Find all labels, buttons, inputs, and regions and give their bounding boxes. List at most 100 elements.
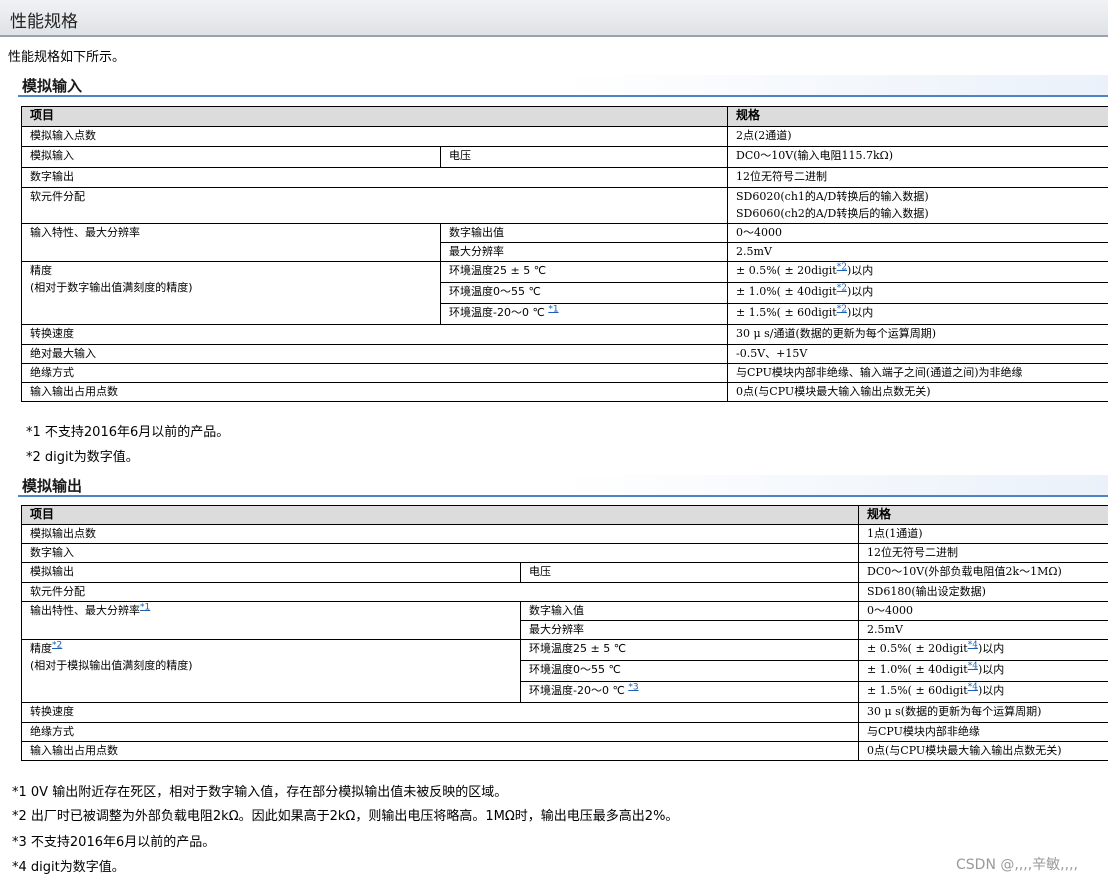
row-value: SD6020(ch1的A/D转换后的输入数据) SD6060(ch2的A/D转换… [727, 187, 1108, 224]
footnote-link[interactable]: *2 [837, 284, 847, 294]
col-item: 项目 [20, 106, 729, 127]
label-text: 输出特性、最大分辨率 [30, 604, 140, 617]
table-row: 软元件分配 SD6020(ch1的A/D转换后的输入数据) SD6060(ch2… [20, 187, 1108, 224]
analog-input-table: 项目 规格 模拟输入点数 2点(2通道) 模拟输入 电压 DC0～10V(输入电… [20, 106, 1108, 402]
table-row: 软元件分配 SD6180(输出设定数据) [20, 582, 1108, 602]
row-label: 输出特性、最大分辨率*1 [21, 601, 521, 640]
table-row: 转换速度 30 μ s/通道(数据的更新为每个运算周期) [20, 324, 1108, 345]
sublabel-text: 环境温度-20～0 ℃ [529, 684, 629, 697]
row-sublabel: 环境温度0～55 ℃ [519, 660, 860, 682]
row-sublabel: 最大分辨率 [519, 620, 860, 640]
row-value: ± 0.5%( ± 20digit*2)以内 [727, 261, 1108, 283]
row-value: 0点(与CPU模块最大输入输出点数无关) [727, 382, 1108, 402]
row-label: 转换速度 [20, 702, 860, 723]
row-value: 12位无符号二进制 [727, 167, 1108, 188]
accuracy-desc: (相对于数字输出值满刻度的精度) [30, 281, 193, 294]
value-text: ± 1.5%( ± 60digit [867, 684, 968, 697]
table-row: 输入输出占用点数 0点(与CPU模块最大输入输出点数无关) [20, 382, 1108, 402]
label-text: 精度 [30, 642, 52, 655]
row-label: 精度*2 (相对于模拟输出值满刻度的精度) [21, 639, 521, 703]
table-row: 模拟输入 电压 DC0～10V(输入电阻115.7kΩ) [21, 146, 1108, 168]
table-row: 数字输入 12位无符号二进制 [20, 543, 1108, 563]
row-value: ± 1.5%( ± 60digit*4)以内 [858, 681, 1108, 703]
row-label: 模拟输出 [21, 562, 521, 583]
row-label: 转换速度 [20, 324, 729, 345]
table-row: 精度*2 (相对于模拟输出值满刻度的精度) 环境温度25 ± 5 ℃ ± 0.5… [21, 639, 1108, 703]
row-value: 2.5mV [727, 242, 1108, 262]
row-value: 30 μ s(数据的更新为每个运算周期) [858, 702, 1108, 723]
row-label: 绝缘方式 [20, 722, 860, 742]
row-sublabel: 环境温度25 ± 5 ℃ [439, 261, 729, 283]
row-sublabel: 环境温度-20～0 ℃ *3 [519, 681, 860, 703]
row-value: ± 1.0%( ± 40digit*4)以内 [858, 660, 1108, 682]
row-value: 1点(1通道) [858, 524, 1108, 544]
row-value: 0～4000 [858, 601, 1108, 621]
value-text: )以内 [977, 684, 1005, 697]
footnote-link[interactable]: *3 [628, 683, 638, 693]
table-row: 模拟输出 电压 DC0～10V(外部负载电阻值2k～1MΩ) [21, 562, 1108, 583]
row-label: 模拟输入点数 [20, 126, 729, 147]
table-row: 输入特性、最大分辨率 数字输出值 0～4000 [21, 223, 1108, 262]
footnote: *2 digit为数字值。 [26, 450, 139, 465]
row-value: ± 1.0%( ± 40digit*2)以内 [727, 282, 1108, 304]
footnote: *3 不支持2016年6月以前的产品。 [12, 835, 216, 850]
table-row: 模拟输入点数 2点(2通道) [20, 126, 1108, 147]
row-value: 0点(与CPU模块最大输入输出点数无关) [858, 741, 1108, 761]
row-sublabel: 数字输出值 [439, 223, 729, 243]
value-text: ± 1.5%( ± 60digit [736, 306, 837, 319]
row-label: 精度 (相对于数字输出值满刻度的精度) [21, 261, 441, 325]
sublabel-text: 环境温度-20～0 ℃ [449, 306, 549, 319]
footnote-link[interactable]: *4 [968, 662, 978, 672]
row-value: ± 0.5%( ± 20digit*4)以内 [858, 639, 1108, 661]
analog-output-heading: 模拟输出 [18, 475, 1108, 497]
col-spec: 规格 [858, 505, 1108, 525]
col-spec: 规格 [727, 106, 1108, 127]
accuracy-desc: (相对于模拟输出值满刻度的精度) [30, 659, 193, 672]
row-value: SD6180(输出设定数据) [858, 582, 1108, 602]
footnote: *4 digit为数字值。 [12, 860, 125, 875]
footnote-link[interactable]: *2 [837, 305, 847, 315]
row-label: 输入输出占用点数 [20, 741, 860, 761]
value-text: ± 1.0%( ± 40digit [736, 285, 837, 298]
row-value: -0.5V、+15V [727, 344, 1108, 364]
footnote: *2 出厂时已被调整为外部负载电阻2kΩ。因此如果高于2kΩ，则输出电压将略高。… [12, 809, 679, 824]
row-label: 输入特性、最大分辨率 [21, 223, 441, 262]
footnote-link[interactable]: *1 [140, 603, 150, 613]
footnote-link[interactable]: *2 [52, 641, 62, 651]
intro-text: 性能规格如下所示。 [8, 50, 126, 65]
analog-output-title: 模拟输出 [22, 477, 83, 495]
footnote-link[interactable]: *4 [968, 683, 978, 693]
accuracy-label: 精度 [30, 264, 52, 277]
row-sublabel: 数字输入值 [519, 601, 860, 621]
row-label: 模拟输出点数 [20, 524, 860, 544]
footnote-link[interactable]: *4 [968, 641, 978, 651]
row-label: 输入输出占用点数 [20, 382, 729, 402]
page-title-bar: 性能规格 [0, 0, 1108, 37]
row-sublabel: 环境温度25 ± 5 ℃ [519, 639, 860, 661]
footnote: *1 不支持2016年6月以前的产品。 [26, 425, 230, 440]
table-row: 绝缘方式 与CPU模块内部非绝缘 [20, 722, 1108, 742]
value-text: )以内 [846, 306, 874, 319]
value-text: )以内 [846, 285, 874, 298]
table-header-row: 项目 规格 [20, 505, 1108, 525]
value-text: ± 1.0%( ± 40digit [867, 663, 968, 676]
row-sublabel: 环境温度-20～0 ℃ *1 [439, 303, 729, 325]
row-label: 软元件分配 [20, 582, 860, 602]
row-value: ± 1.5%( ± 60digit*2)以内 [727, 303, 1108, 325]
value-text: ± 0.5%( ± 20digit [736, 264, 837, 277]
row-label: 模拟输入 [21, 146, 441, 168]
footnote-link[interactable]: *1 [548, 305, 558, 315]
row-value: DC0～10V(外部负载电阻值2k～1MΩ) [858, 562, 1108, 583]
footnote-link[interactable]: *2 [837, 263, 847, 273]
accuracy-label: 精度*2 [30, 641, 520, 658]
row-sublabel: 最大分辨率 [439, 242, 729, 262]
table-row: 绝缘方式 与CPU模块内部非绝缘、输入端子之间(通道之间)为非绝缘 [20, 363, 1108, 383]
table-row: 模拟输出点数 1点(1通道) [20, 524, 1108, 544]
row-value-line: SD6060(ch2的A/D转换后的输入数据) [736, 207, 929, 220]
row-sublabel: 电压 [439, 146, 729, 168]
row-value: 与CPU模块内部非绝缘、输入端子之间(通道之间)为非绝缘 [727, 363, 1108, 383]
row-label: 绝缘方式 [20, 363, 729, 383]
row-value: 30 μ s/通道(数据的更新为每个运算周期) [727, 324, 1108, 345]
analog-input-heading: 模拟输入 [18, 75, 1108, 97]
col-item: 项目 [20, 505, 860, 525]
